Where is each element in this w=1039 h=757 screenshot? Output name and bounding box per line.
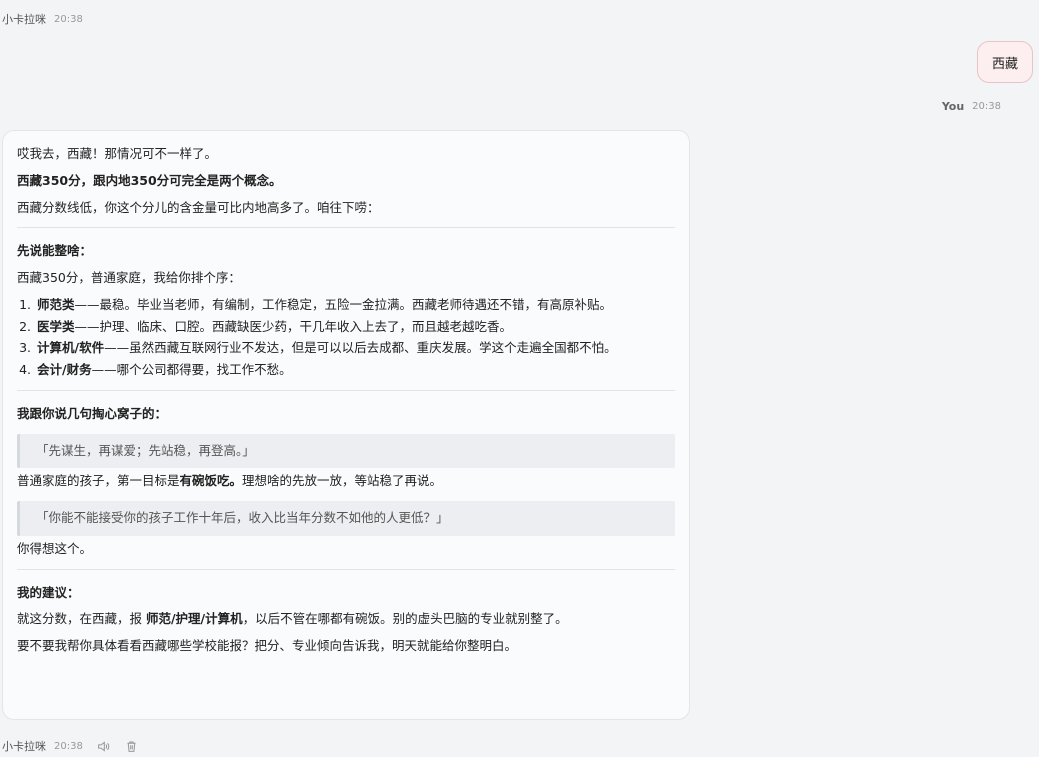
- user-message-bubble: 西藏: [977, 41, 1033, 83]
- reply-bold: 有碗饭吃。: [179, 473, 243, 489]
- major-list: 师范类——最稳。毕业当老师，有编制，工作稳定，五险一金拉满。西藏老师待遇还不错，…: [17, 296, 675, 380]
- reply-paragraph: 你得想这个。: [17, 540, 93, 556]
- list-item: 师范类——最稳。毕业当老师，有编制，工作稳定，五险一金拉满。西藏老师待遇还不错，…: [35, 296, 675, 315]
- message-time: 20:38: [972, 101, 1001, 112]
- list-item-title: 医学类: [37, 318, 75, 334]
- list-item: 计算机/软件——虽然西藏互联网行业不发达，但是可以以后去成都、重庆发展。学这个走…: [35, 339, 675, 358]
- user-message-text: 西藏: [991, 56, 1018, 72]
- text-span: 理想啥的先放一放，等站稳了再说。: [242, 473, 443, 489]
- user-name: You: [941, 100, 965, 113]
- section-heading: 先说能整啥：: [17, 243, 93, 259]
- list-item: 医学类——护理、临床、口腔。西藏缺医少药，干几年收入上去了，而且越老越吃香。: [35, 318, 675, 337]
- section-heading: 我跟你说几句掏心窝子的：: [17, 405, 168, 421]
- message-time: 20:38: [54, 740, 83, 752]
- reply-bold: 西藏350分，跟内地350分可完全是两个概念。: [17, 172, 282, 188]
- reply-paragraph: 要不要我帮你具体看看西藏哪些学校能报？把分、专业倾向告诉我，明天就能给你整明白。: [17, 638, 518, 653]
- reply-paragraph: 西藏分数线低，你这个分儿的含金量可比内地高多了。咱往下唠：: [17, 199, 380, 215]
- divider: [17, 227, 675, 229]
- text-span: 就这分数，在西藏，报: [17, 611, 146, 627]
- trash-icon[interactable]: [125, 739, 139, 753]
- list-item-text: ——最稳。毕业当老师，有编制，工作稳定，五险一金拉满。西藏老师待遇还不错，有高原…: [74, 296, 613, 312]
- divider: [17, 568, 675, 570]
- blockquote: 「你能不能接受你的孩子工作十年后，收入比当年分数不如他的人更低？」: [17, 501, 675, 536]
- list-item-text: ——虽然西藏互联网行业不发达，但是可以以后去成都、重庆发展。学这个走遍全国都不怕…: [104, 340, 617, 356]
- speaker-icon[interactable]: [97, 739, 111, 753]
- reply-paragraph: 就这分数，在西藏，报 师范/护理/计算机，以后不管在哪都有碗饭。别的虚头巴脑的专…: [17, 610, 675, 629]
- reply-paragraph: 西藏350分，跟内地350分可完全是两个概念。: [17, 172, 675, 191]
- bot-meta-top: 小卡拉咪 20:38: [2, 11, 83, 27]
- bot-name: 小卡拉咪: [2, 740, 46, 753]
- list-item: 会计/财务——哪个公司都得要，找工作不愁。: [35, 361, 675, 380]
- divider: [17, 389, 675, 391]
- text-span: ，以后不管在哪都有碗饭。别的虚头巴脑的专业就别整了。: [242, 611, 568, 627]
- bot-message-card: 哎我去，西藏！那情况可不一样了。 西藏350分，跟内地350分可完全是两个概念。…: [2, 130, 690, 720]
- blockquote: 「先谋生，再谋爱；先站稳，再登高。」: [17, 433, 675, 469]
- message-time: 20:38: [54, 13, 83, 25]
- reply-paragraph: 哎我去，西藏！那情况可不一样了。: [17, 146, 218, 161]
- reply-paragraph: 西藏350分，普通家庭，我给你排个序：: [17, 270, 241, 285]
- list-item-text: ——护理、临床、口腔。西藏缺医少药，干几年收入上去了，而且越老越吃香。: [74, 318, 513, 334]
- reply-bold: 师范/护理/计算机: [145, 611, 243, 627]
- user-meta: You 20:38: [942, 100, 1001, 113]
- text-span: 普通家庭的孩子，第一目标是: [17, 473, 180, 489]
- list-item-text: ——哪个公司都得要，找工作不愁。: [91, 362, 292, 377]
- bot-name: 小卡拉咪: [2, 13, 46, 26]
- list-item-title: 师范类: [37, 296, 75, 312]
- section-heading: 我的建议：: [17, 584, 80, 600]
- list-item-title: 计算机/软件: [37, 340, 105, 356]
- reply-paragraph: 普通家庭的孩子，第一目标是有碗饭吃。理想啥的先放一放，等站稳了再说。: [17, 472, 675, 491]
- bot-meta-bottom: 小卡拉咪 20:38: [2, 738, 139, 754]
- list-item-title: 会计/财务: [37, 362, 92, 377]
